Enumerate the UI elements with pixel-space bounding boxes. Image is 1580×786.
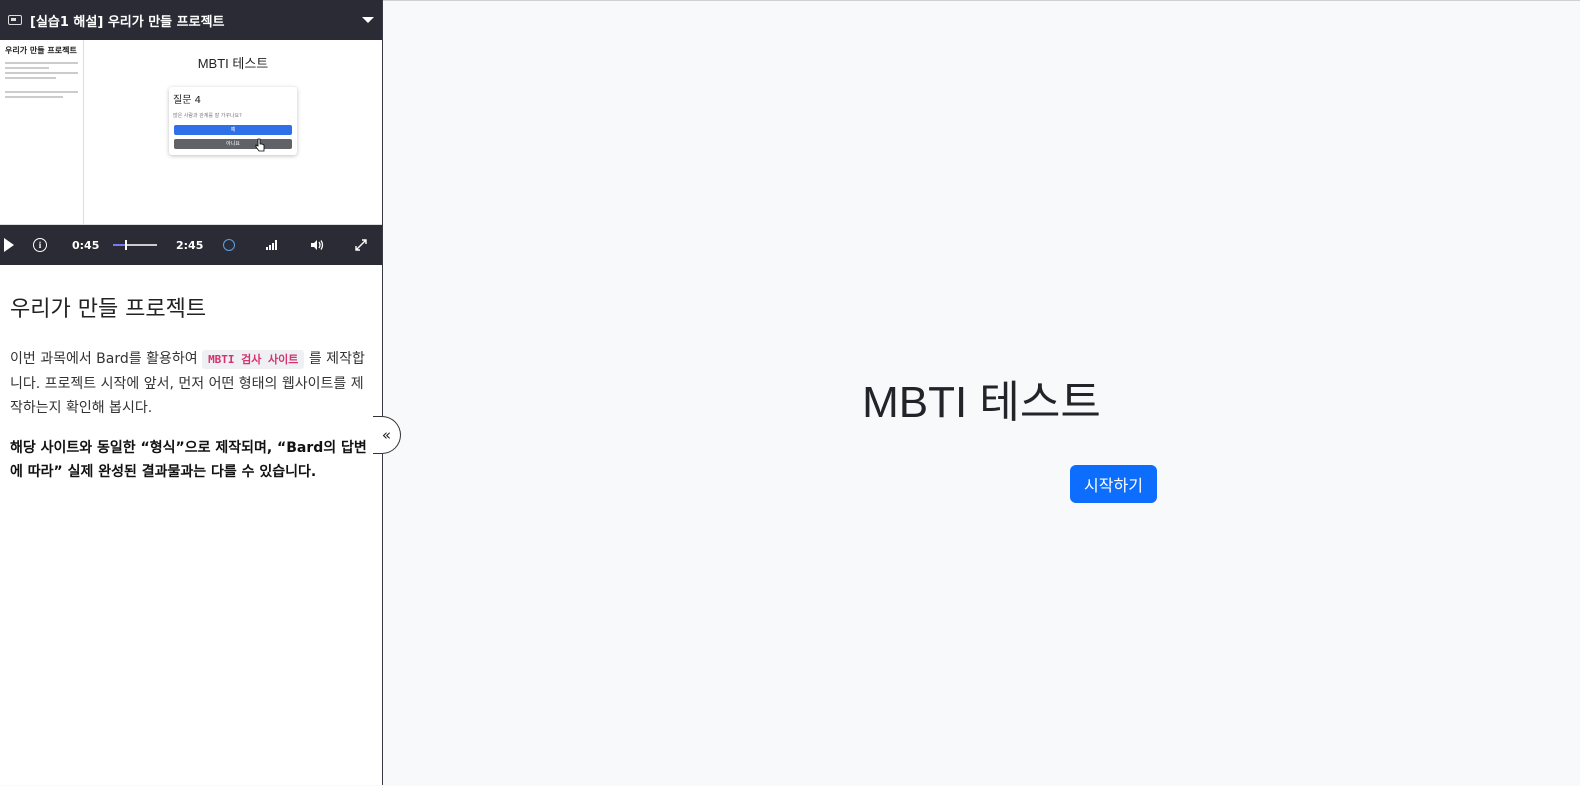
playback-speed-icon[interactable] [223, 239, 235, 251]
video-header[interactable]: [실습1 해설] 우리가 만들 프로젝트 [0, 0, 382, 40]
video-icon [8, 15, 22, 25]
video-thumb-question-title: 질문 4 [173, 95, 201, 106]
seek-bar[interactable] [113, 240, 157, 250]
volume-icon[interactable] [310, 239, 324, 251]
current-time: 0:45 [72, 238, 100, 252]
inline-code: MBTI 검사 사이트 [202, 350, 305, 369]
lesson-panel: [실습1 해설] 우리가 만들 프로젝트 우리가 만들 프로젝트 MBTI 테스… [0, 0, 383, 785]
app-title: MBTI 테스트 [862, 378, 1101, 427]
start-button[interactable]: 시작하기 [1070, 465, 1157, 503]
video-thumb-question-card: 질문 4 많은 사람과 관계를 잘 가꾸나요? 예 아니요 [169, 87, 297, 155]
video-title: [실습1 해설] 우리가 만들 프로젝트 [30, 14, 225, 30]
lesson-text-before: 이번 과목에서 Bard를 활용하여 [10, 351, 203, 367]
chevron-down-icon[interactable] [362, 17, 374, 23]
lesson-paragraph: 이번 과목에서 Bard를 활용하여 MBTI 검사 사이트 를 제작합니다. … [10, 347, 372, 420]
video-thumb-main: MBTI 테스트 질문 4 많은 사람과 관계를 잘 가꾸나요? 예 아니요 [84, 40, 382, 224]
play-icon[interactable] [4, 238, 14, 252]
video-thumb-no-button: 아니요 [174, 139, 292, 149]
video-thumb-question-text: 많은 사람과 관계를 잘 가꾸나요? [173, 113, 242, 119]
duration: 2:45 [176, 238, 204, 252]
app-preview: MBTI 테스트 시작하기 [383, 0, 1580, 786]
info-icon[interactable]: i [33, 238, 47, 252]
hand-cursor-icon [255, 138, 265, 152]
lesson-title: 우리가 만들 프로젝트 [10, 297, 207, 322]
video-thumb-app-title: MBTI 테스트 [197, 56, 269, 71]
fullscreen-icon[interactable] [355, 239, 367, 251]
video-frame[interactable]: 우리가 만들 프로젝트 MBTI 테스트 질문 4 많은 사람과 관계를 잘 가… [0, 40, 382, 225]
video-controls: i 0:45 2:45 [0, 225, 382, 265]
video-thumb-sidebar: 우리가 만들 프로젝트 [0, 40, 84, 224]
video-thumb-sidebar-title: 우리가 만들 프로젝트 [5, 46, 77, 55]
video-thumb-yes-button: 예 [174, 125, 292, 135]
lesson-note: 해당 사이트와 동일한 “형식”으로 제작되며, “Bard의 답변에 따라” … [10, 440, 367, 480]
lesson-content: 우리가 만들 프로젝트 이번 과목에서 Bard를 활용하여 MBTI 검사 사… [0, 265, 382, 484]
quality-icon[interactable] [266, 240, 277, 250]
